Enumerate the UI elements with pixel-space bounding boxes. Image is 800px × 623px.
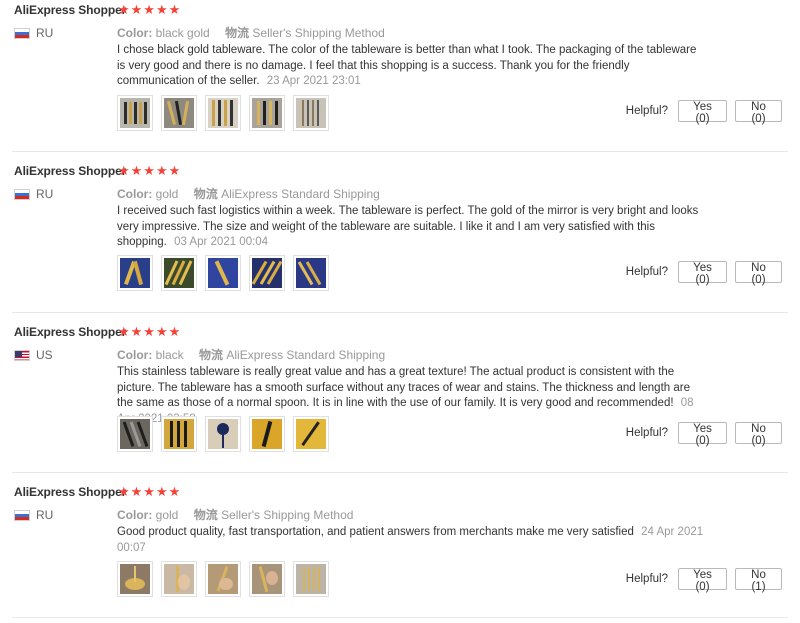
- helpful-yes-button[interactable]: Yes (0): [678, 261, 727, 286]
- reviewer-info: AliExpress Shopper RU: [14, 164, 127, 201]
- helpful-yes-button[interactable]: Yes (0): [678, 422, 727, 447]
- helpful-label: Helpful?: [625, 105, 668, 117]
- shipping-value: Seller's Shipping Method: [221, 508, 354, 522]
- review-date: 23 Apr 2021 23:01: [266, 75, 361, 87]
- sku-info: Color: black gold 物流 Seller's Shipping M…: [117, 24, 385, 41]
- review-photo[interactable]: [117, 561, 153, 597]
- review-photo[interactable]: [205, 561, 241, 597]
- reviewer-country: RU: [14, 187, 114, 201]
- review-date: 03 Apr 2021 00:04: [174, 236, 269, 248]
- review-photo[interactable]: [117, 95, 153, 131]
- review-text: Good product quality, fast transportatio…: [117, 525, 705, 556]
- country-code: RU: [36, 26, 54, 40]
- sku-info: Color: black 物流 AliExpress Standard Ship…: [117, 346, 385, 363]
- country-code: US: [36, 348, 53, 362]
- color-value: gold: [155, 508, 179, 522]
- reviewer-name: AliExpress Shopper: [14, 325, 127, 339]
- star-rating: ★★★★★: [118, 484, 182, 499]
- reviewer-country: RU: [14, 26, 114, 40]
- color-label: Color:: [117, 26, 153, 40]
- review-item: AliExpress Shopper RU ★★★★★ Color: black…: [12, 0, 788, 152]
- reviewer-name: AliExpress Shopper: [14, 164, 127, 178]
- helpful-yes-button[interactable]: Yes (0): [678, 100, 727, 125]
- review-photo[interactable]: [117, 416, 153, 452]
- review-photo[interactable]: [161, 416, 197, 452]
- review-body: This stainless tableware is really great…: [117, 366, 690, 409]
- shipping-value: Seller's Shipping Method: [252, 26, 385, 40]
- color-value: black: [155, 348, 184, 362]
- star-rating: ★★★★★: [118, 324, 182, 339]
- review-photos: [117, 416, 329, 452]
- shipping-value: AliExpress Standard Shipping: [226, 348, 386, 362]
- reviewer-country: US: [14, 348, 114, 362]
- reviewer-name: AliExpress Shopper: [14, 3, 127, 17]
- review-photo[interactable]: [293, 416, 329, 452]
- review-photo[interactable]: [205, 95, 241, 131]
- reviewer-info: AliExpress Shopper RU: [14, 485, 127, 522]
- review-body: I chose black gold tableware. The color …: [117, 44, 697, 87]
- shipping-label: 物流: [225, 26, 250, 40]
- review-photo[interactable]: [249, 416, 285, 452]
- review-text: I received such fast logistics within a …: [117, 204, 705, 251]
- star-rating: ★★★★★: [118, 163, 182, 178]
- review-photo[interactable]: [161, 95, 197, 131]
- color-value: gold: [155, 187, 179, 201]
- review-photos: [117, 561, 329, 597]
- helpful-vote: Helpful? Yes (0) No (1): [625, 568, 782, 593]
- star-rating: ★★★★★: [118, 2, 182, 17]
- russia-flag-icon: [14, 509, 30, 521]
- color-label: Color:: [117, 348, 153, 362]
- review-photo[interactable]: [117, 255, 153, 291]
- review-item: AliExpress Shopper RU ★★★★★ Color: gold …: [12, 152, 788, 313]
- sku-info: Color: gold 物流 AliExpress Standard Shipp…: [117, 185, 380, 202]
- review-photo[interactable]: [293, 255, 329, 291]
- helpful-vote: Helpful? Yes (0) No (0): [625, 100, 782, 125]
- shipping-label: 物流: [193, 508, 218, 522]
- helpful-no-button[interactable]: No (0): [735, 100, 782, 125]
- russia-flag-icon: [14, 27, 30, 39]
- review-photo[interactable]: [249, 95, 285, 131]
- review-text: I chose black gold tableware. The color …: [117, 43, 705, 90]
- helpful-label: Helpful?: [625, 266, 668, 278]
- shipping-label: 物流: [199, 348, 224, 362]
- review-photo[interactable]: [293, 95, 329, 131]
- helpful-yes-button[interactable]: Yes (0): [678, 568, 727, 593]
- reviewer-name: AliExpress Shopper: [14, 485, 127, 499]
- shipping-label: 物流: [193, 187, 218, 201]
- review-photo[interactable]: [293, 561, 329, 597]
- helpful-no-button[interactable]: No (0): [735, 422, 782, 447]
- color-label: Color:: [117, 508, 153, 522]
- review-list: AliExpress Shopper RU ★★★★★ Color: black…: [0, 0, 800, 618]
- helpful-vote: Helpful? Yes (0) No (0): [625, 261, 782, 286]
- color-label: Color:: [117, 187, 153, 201]
- review-photo[interactable]: [205, 416, 241, 452]
- shipping-value: AliExpress Standard Shipping: [221, 187, 380, 201]
- review-photo[interactable]: [161, 561, 197, 597]
- country-code: RU: [36, 508, 54, 522]
- review-item: AliExpress Shopper US ★★★★★ Color: black…: [12, 313, 788, 473]
- helpful-no-button[interactable]: No (1): [735, 568, 782, 593]
- helpful-no-button[interactable]: No (0): [735, 261, 782, 286]
- sku-info: Color: gold 物流 Seller's Shipping Method: [117, 506, 353, 523]
- review-photo[interactable]: [205, 255, 241, 291]
- country-code: RU: [36, 187, 54, 201]
- reviewer-info: AliExpress Shopper US: [14, 325, 127, 362]
- review-photos: [117, 255, 329, 291]
- helpful-label: Helpful?: [625, 427, 668, 439]
- review-photo[interactable]: [161, 255, 197, 291]
- review-body: Good product quality, fast transportatio…: [117, 526, 634, 538]
- review-item: AliExpress Shopper RU ★★★★★ Color: gold …: [12, 473, 788, 618]
- color-value: black gold: [155, 26, 210, 40]
- reviewer-country: RU: [14, 508, 114, 522]
- reviewer-info: AliExpress Shopper RU: [14, 3, 127, 40]
- review-photo[interactable]: [249, 561, 285, 597]
- review-photo[interactable]: [249, 255, 285, 291]
- us-flag-icon: [14, 349, 30, 361]
- review-photos: [117, 95, 329, 131]
- helpful-vote: Helpful? Yes (0) No (0): [625, 422, 782, 447]
- helpful-label: Helpful?: [625, 573, 668, 585]
- russia-flag-icon: [14, 188, 30, 200]
